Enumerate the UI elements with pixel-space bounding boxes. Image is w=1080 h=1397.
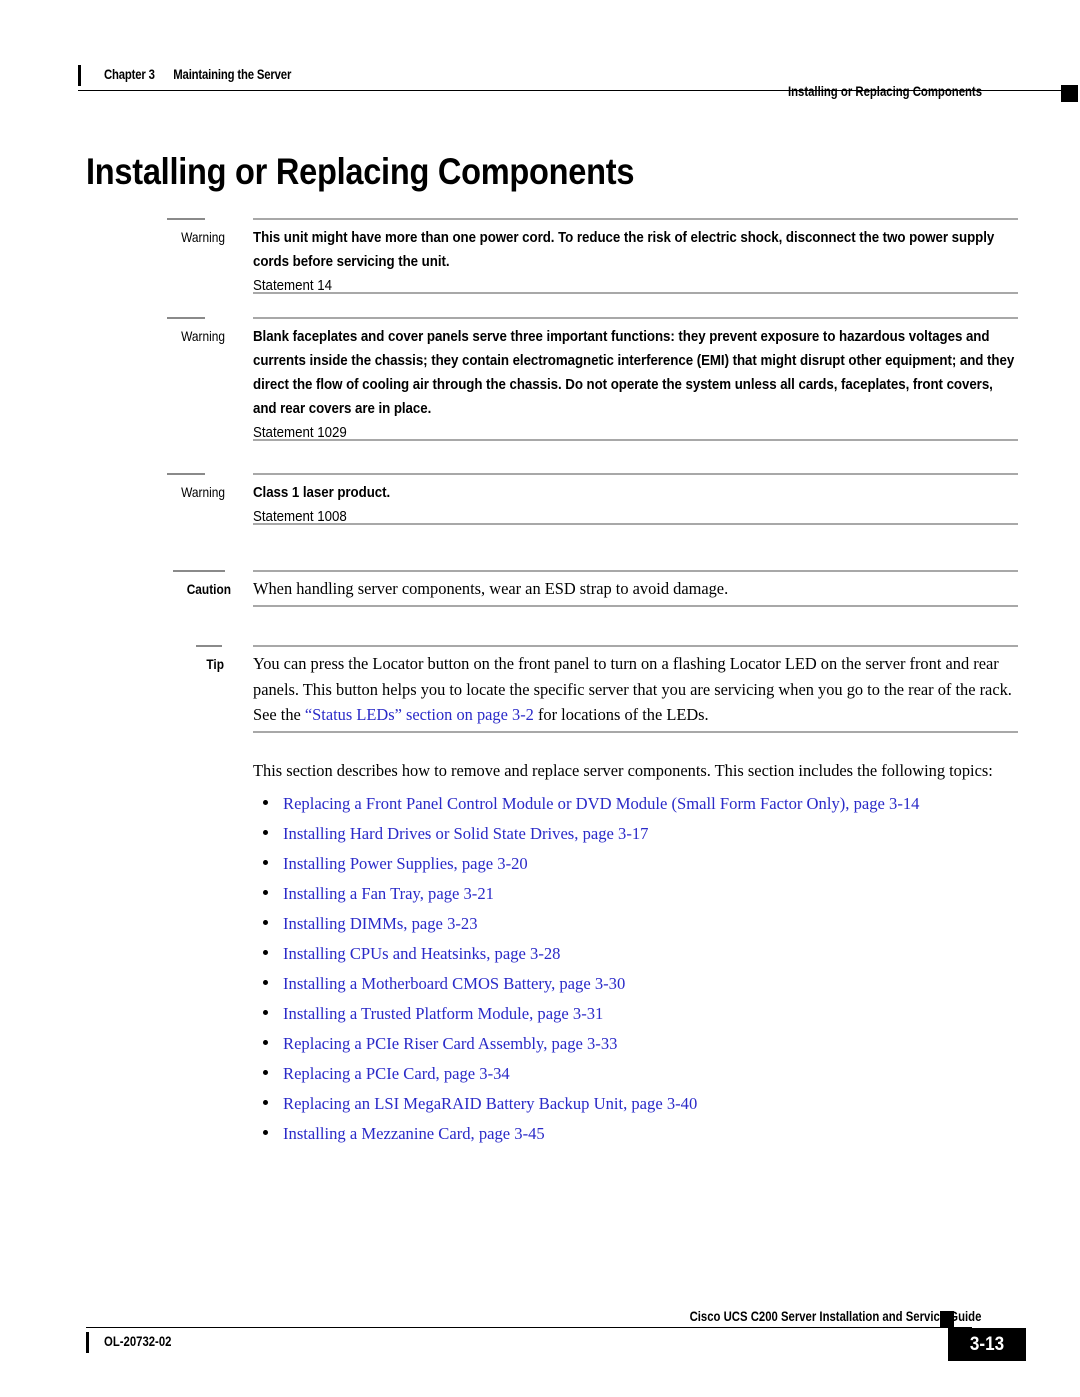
bullet-icon [263, 800, 268, 805]
topic-link[interactable]: Installing CPUs and Heatsinks, page 3-28 [283, 943, 560, 965]
bullet-icon [263, 830, 268, 835]
label-rule [167, 218, 205, 220]
list-item[interactable]: Installing Power Supplies, page 3-20 [253, 853, 1053, 883]
list-item[interactable]: Replacing a PCIe Riser Card Assembly, pa… [253, 1033, 1053, 1063]
topic-link[interactable]: Installing Hard Drives or Solid State Dr… [283, 823, 648, 845]
list-item[interactable]: Installing a Fan Tray, page 3-21 [253, 883, 1053, 913]
label-rule [167, 317, 205, 319]
body-rule-bottom [253, 523, 1018, 525]
intro-paragraph: This section describes how to remove and… [253, 761, 993, 781]
topic-link[interactable]: Installing Power Supplies, page 3-20 [283, 853, 528, 875]
header-chapter-line: Chapter 3 Maintaining the Server [104, 67, 291, 82]
admonition-body: Blank faceplates and cover panels serve … [253, 325, 1018, 445]
header-left-marker [78, 65, 81, 86]
page-title: Installing or Replacing Components [86, 150, 635, 192]
topic-link[interactable]: Installing a Trusted Platform Module, pa… [283, 1003, 603, 1025]
bullet-icon [263, 1040, 268, 1045]
list-item[interactable]: Replacing a Front Panel Control Module o… [253, 793, 1053, 823]
bullet-icon [263, 980, 268, 985]
list-item[interactable]: Installing CPUs and Heatsinks, page 3-28 [253, 943, 1053, 973]
topic-link[interactable]: Installing a Fan Tray, page 3-21 [283, 883, 494, 905]
admonition-warning-text: Blank faceplates and cover panels serve … [253, 328, 1015, 417]
admonition-warning-text: This unit might have more than one power… [253, 229, 995, 270]
list-item[interactable]: Replacing an LSI MegaRAID Battery Backup… [253, 1093, 1053, 1123]
admonition-body: This unit might have more than one power… [253, 226, 1018, 298]
admonition-label: Tip [206, 656, 224, 672]
admonition-body: When handling server components, wear an… [253, 576, 1018, 602]
label-rule [173, 570, 225, 572]
admonition-label: Warning [181, 328, 225, 344]
body-rule-top [253, 317, 1018, 319]
document-page: Chapter 3 Maintaining the Server Installi… [0, 0, 1080, 1397]
admonition-body: You can press the Locator button on the … [253, 651, 1018, 728]
admonition-statement: Statement 14 [253, 277, 333, 294]
header-chapter-title: Maintaining the Server [173, 67, 292, 82]
admonition-warning-text: Class 1 laser product. [253, 484, 391, 501]
bullet-icon [263, 1010, 268, 1015]
body-rule-top [253, 570, 1018, 572]
label-rule [196, 645, 222, 647]
topic-link[interactable]: Installing a Motherboard CMOS Battery, p… [283, 973, 625, 995]
header-chapter-number: Chapter 3 [104, 67, 155, 82]
footer-document-id: OL-20732-02 [104, 1334, 172, 1349]
topic-link[interactable]: Installing DIMMs, page 3-23 [283, 913, 478, 935]
body-rule-top [253, 645, 1018, 647]
label-rule [167, 473, 205, 475]
list-item[interactable]: Installing Hard Drives or Solid State Dr… [253, 823, 1053, 853]
admonition-label: Caution [186, 581, 231, 597]
footer-guide-title: Cisco UCS C200 Server Installation and S… [689, 1309, 981, 1324]
bullet-icon [263, 890, 268, 895]
footer-page-number: 3-13 [969, 1334, 1005, 1355]
admonition-statement: Statement 1008 [253, 508, 347, 525]
list-item[interactable]: Installing a Motherboard CMOS Battery, p… [253, 973, 1053, 1003]
footer-divider [86, 1327, 972, 1329]
body-rule-bottom [253, 731, 1018, 733]
list-item[interactable]: Replacing a PCIe Card, page 3-34 [253, 1063, 1053, 1093]
bullet-icon [263, 860, 268, 865]
admonition-caution-text: When handling server components, wear an… [253, 579, 729, 598]
list-item[interactable]: Installing DIMMs, page 3-23 [253, 913, 1053, 943]
bullet-icon [263, 1070, 268, 1075]
admonition-label: Warning [181, 229, 225, 245]
list-item[interactable]: Installing a Trusted Platform Module, pa… [253, 1003, 1053, 1033]
body-rule-top [253, 473, 1018, 475]
body-rule-bottom [253, 439, 1018, 441]
body-rule-bottom [253, 605, 1018, 607]
tip-text-after-link: for locations of the LEDs. [533, 705, 709, 724]
admonition-statement: Statement 1029 [253, 424, 347, 441]
topic-link[interactable]: Replacing a PCIe Riser Card Assembly, pa… [283, 1033, 617, 1055]
bullet-icon [263, 1100, 268, 1105]
admonition-tip-text: You can press the Locator button on the … [253, 651, 1018, 728]
bullet-icon [263, 950, 268, 955]
topic-link[interactable]: Replacing a Front Panel Control Module o… [283, 793, 919, 815]
topic-link[interactable]: Replacing a PCIe Card, page 3-34 [283, 1063, 510, 1085]
header-square-marker [1061, 85, 1078, 102]
status-leds-link[interactable]: “Status LEDs” section on page 3-2 [305, 705, 534, 724]
admonition-body: Class 1 laser product. Statement 1008 [253, 481, 1018, 529]
body-rule-bottom [253, 292, 1018, 294]
page-header: Chapter 3 Maintaining the Server Installi… [0, 30, 1080, 102]
admonition-label: Warning [181, 484, 225, 500]
footer-left-marker [86, 1332, 89, 1353]
topic-link[interactable]: Replacing an LSI MegaRAID Battery Backup… [283, 1093, 697, 1115]
bullet-icon [263, 920, 268, 925]
topic-link-list: Replacing a Front Panel Control Module o… [253, 793, 1053, 1153]
footer-square-marker [940, 1311, 954, 1327]
topic-link[interactable]: Installing a Mezzanine Card, page 3-45 [283, 1123, 545, 1145]
bullet-icon [263, 1130, 268, 1135]
body-rule-top [253, 218, 1018, 220]
list-item[interactable]: Installing a Mezzanine Card, page 3-45 [253, 1123, 1053, 1153]
header-running-title: Installing or Replacing Components [787, 84, 982, 99]
